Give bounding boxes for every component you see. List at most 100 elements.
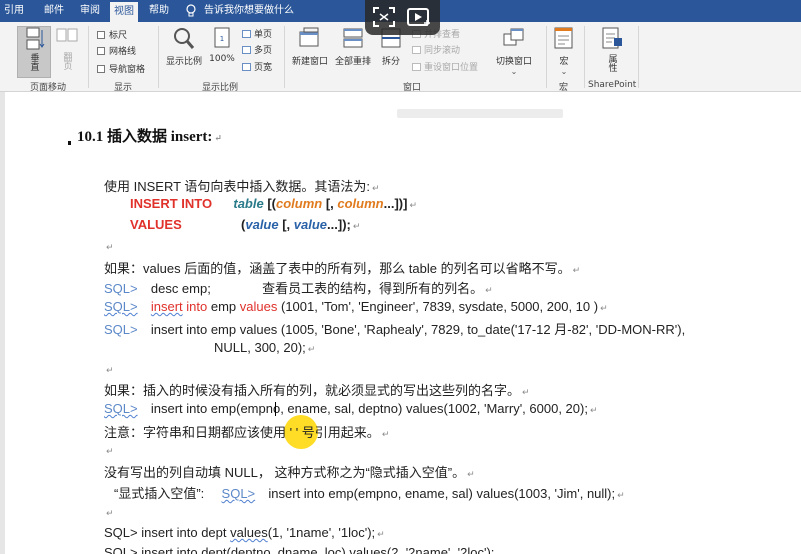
tab-review[interactable]: 审阅 bbox=[76, 0, 104, 22]
side-to-side-button[interactable]: 翻页 bbox=[54, 26, 80, 78]
paragraph-mark: ↵ bbox=[352, 221, 361, 231]
reset-window-button[interactable]: 重设窗口位置 bbox=[412, 60, 478, 73]
note-text: 没有写出的列自动填 NULL， 这种方式称之为“隐式插入空值”。 bbox=[104, 465, 466, 480]
table-keyword: table bbox=[233, 196, 264, 211]
note-line-4[interactable]: 没有写出的列自动填 NULL， 这种方式称之为“隐式插入空值”。 ↵ bbox=[104, 462, 475, 481]
insert-line-3[interactable]: SQL> insert into emp(empno, ename, sal, … bbox=[104, 401, 598, 416]
note-line-2[interactable]: 如果：插入的时候没有插入所有的列，就必须显式的写出这些列的名字。 ↵ bbox=[104, 380, 530, 399]
empty-line[interactable]: ↵ bbox=[104, 238, 114, 253]
nav-pane-label: 导航窗格 bbox=[109, 65, 146, 75]
new-window-label: 新建窗口 bbox=[291, 57, 328, 67]
properties-button[interactable]: 属性 bbox=[598, 26, 626, 75]
group-separator bbox=[88, 26, 89, 88]
macros-label: 宏 bbox=[559, 57, 569, 67]
multi-page-icon bbox=[242, 46, 251, 54]
chevron-down-icon: ⌄ bbox=[560, 67, 568, 76]
value-keyword: value bbox=[245, 217, 279, 232]
checkbox-box bbox=[97, 47, 105, 55]
screen-record-icon[interactable] bbox=[406, 5, 432, 29]
empty-line[interactable]: ↵ bbox=[104, 361, 114, 376]
note-text: 如果：values 后面的值，涵盖了表中的所有列，那么 table 的列名可以省… bbox=[104, 261, 571, 276]
switch-windows-label: 切换窗口 bbox=[495, 57, 532, 67]
insert-values: (2, '2name', '2loc'); bbox=[386, 545, 495, 554]
intro-line[interactable]: 使用 INSERT 语句向表中插入数据。其语法为: ↵ bbox=[104, 176, 380, 195]
macro-icon bbox=[554, 27, 573, 49]
insert-statement-cont: NULL, 300, 20); bbox=[214, 340, 306, 355]
side-to-side-label: 翻页 bbox=[61, 52, 72, 70]
paragraph-mark: ↵ bbox=[572, 265, 581, 275]
values-keyword: VALUES bbox=[130, 217, 182, 232]
insert-prefix: SQL> insert into dept(deptno, dname, loc… bbox=[104, 545, 350, 554]
vertical-pages-icon bbox=[26, 27, 45, 50]
sync-scroll-icon bbox=[412, 46, 421, 54]
group-separator bbox=[638, 26, 639, 88]
tab-view[interactable]: 视图 bbox=[110, 2, 138, 22]
magnifier-icon bbox=[174, 28, 195, 49]
group-label-sharepoint: SharePoint bbox=[588, 80, 637, 90]
word-window: 引用 邮件 审阅 视图 帮助 告诉我你想要做什么 垂直 翻页 页面移动 标尺 网… bbox=[0, 0, 801, 554]
tab-references[interactable]: 引用 bbox=[0, 0, 28, 22]
values-keyword: values bbox=[239, 299, 278, 314]
zoom-label: 显示比例 bbox=[165, 57, 202, 67]
note-line-1[interactable]: 如果：values 后面的值，涵盖了表中的所有列，那么 table 的列名可以省… bbox=[104, 258, 580, 277]
explicit-label: “显式插入空值”: bbox=[114, 486, 205, 501]
group-separator bbox=[284, 26, 285, 88]
tab-mailings[interactable]: 邮件 bbox=[40, 0, 68, 22]
macros-button[interactable]: 宏 ⌄ bbox=[551, 26, 577, 76]
zoom-100-label: 100% bbox=[209, 54, 235, 64]
multi-page-button[interactable]: 多页 bbox=[242, 43, 272, 56]
sql-prompt: SQL> bbox=[104, 299, 138, 314]
syntax-line-1[interactable]: INSERT INTO table [(column [, column...]… bbox=[130, 196, 417, 211]
ruler-checkbox[interactable]: 标尺 bbox=[97, 28, 127, 41]
note-line-3[interactable]: 注意：字符串和日期都应该使用 ' ' 号引用起来。 ↵ bbox=[104, 422, 389, 441]
ruler-label: 标尺 bbox=[109, 31, 128, 41]
zoom-100-button[interactable]: 1 100% bbox=[208, 26, 236, 64]
syntax-ellipsis: ... bbox=[383, 196, 395, 211]
insert-line-2[interactable]: SQL> insert into emp values (1005, 'Bone… bbox=[104, 319, 685, 338]
sql-prompt: SQL> bbox=[104, 281, 138, 296]
one-page-button[interactable]: 单页 bbox=[242, 27, 272, 40]
capture-overlay bbox=[365, 0, 440, 35]
tell-me-search[interactable]: 告诉我你想要做什么 bbox=[204, 0, 294, 22]
sql-prompt: SQL> bbox=[104, 322, 138, 337]
insert-line-6[interactable]: SQL> insert into dept(deptno, dname, loc… bbox=[104, 545, 494, 554]
sync-scroll-button[interactable]: 同步滚动 bbox=[412, 43, 460, 56]
paragraph-mark: ↵ bbox=[381, 429, 390, 439]
vertical-button[interactable]: 垂直 bbox=[17, 26, 51, 78]
paragraph-mark: ↵ bbox=[409, 200, 418, 210]
paragraph-mark: ↵ bbox=[377, 529, 385, 539]
paragraph-mark: ↵ bbox=[600, 303, 608, 313]
insert-line-1[interactable]: SQL> insert into emp values (1001, 'Tom'… bbox=[104, 299, 608, 314]
syntax-bracket: ])] bbox=[394, 196, 408, 211]
nav-pane-checkbox[interactable]: 导航窗格 bbox=[97, 62, 145, 75]
one-page-label: 单页 bbox=[254, 30, 273, 40]
insert-line-5[interactable]: SQL> insert into dept values(1, '1name',… bbox=[104, 525, 385, 540]
gridlines-label: 网格线 bbox=[109, 47, 137, 57]
empty-line[interactable]: ↵ bbox=[104, 442, 114, 457]
tab-help[interactable]: 帮助 bbox=[145, 0, 173, 22]
insert-line-4[interactable]: “显式插入空值”: SQL> insert into emp(empno, en… bbox=[114, 483, 625, 502]
faded-text bbox=[397, 109, 563, 118]
group-separator bbox=[158, 26, 159, 88]
insert-line-2-cont[interactable]: NULL, 300, 20); ↵ bbox=[214, 340, 315, 355]
switch-windows-button[interactable]: 切换窗口 ⌄ bbox=[494, 26, 534, 76]
paragraph-mark: ↵ bbox=[106, 242, 114, 252]
screenshot-icon[interactable] bbox=[371, 5, 397, 29]
syntax-comma: [, bbox=[322, 196, 338, 211]
gridlines-checkbox[interactable]: 网格线 bbox=[97, 44, 136, 57]
syntax-bracket: [( bbox=[263, 196, 276, 211]
note-text: 注意：字符串和日期都应该使用 ' ' 号引用起来。 bbox=[104, 425, 380, 440]
syntax-line-2[interactable]: VALUES (value [, value...]); ↵ bbox=[130, 217, 360, 232]
insert-statement: insert into emp(empno, ename, sal, deptn… bbox=[150, 401, 588, 416]
empty-line[interactable]: ↵ bbox=[104, 504, 114, 519]
zoom-100-icon: 1 bbox=[214, 27, 230, 48]
heading-text: 10.1 插入数据 insert: bbox=[77, 129, 213, 145]
section-heading[interactable]: 10.1 插入数据 insert: ↵ bbox=[77, 125, 222, 146]
zoom-button[interactable]: 显示比例 bbox=[164, 26, 204, 67]
note-text: 如果：插入的时候没有插入所有的列，就必须显式的写出这些列的名字。 bbox=[104, 383, 521, 398]
desc-line[interactable]: SQL> desc emp; 查看员工表的结构，得到所有的列名。 ↵ bbox=[104, 278, 493, 297]
values-word: values bbox=[349, 545, 387, 554]
page-width-button[interactable]: 页宽 bbox=[242, 60, 272, 73]
new-window-button[interactable]: 新建窗口 bbox=[290, 26, 330, 67]
lightbulb-icon bbox=[186, 4, 196, 17]
